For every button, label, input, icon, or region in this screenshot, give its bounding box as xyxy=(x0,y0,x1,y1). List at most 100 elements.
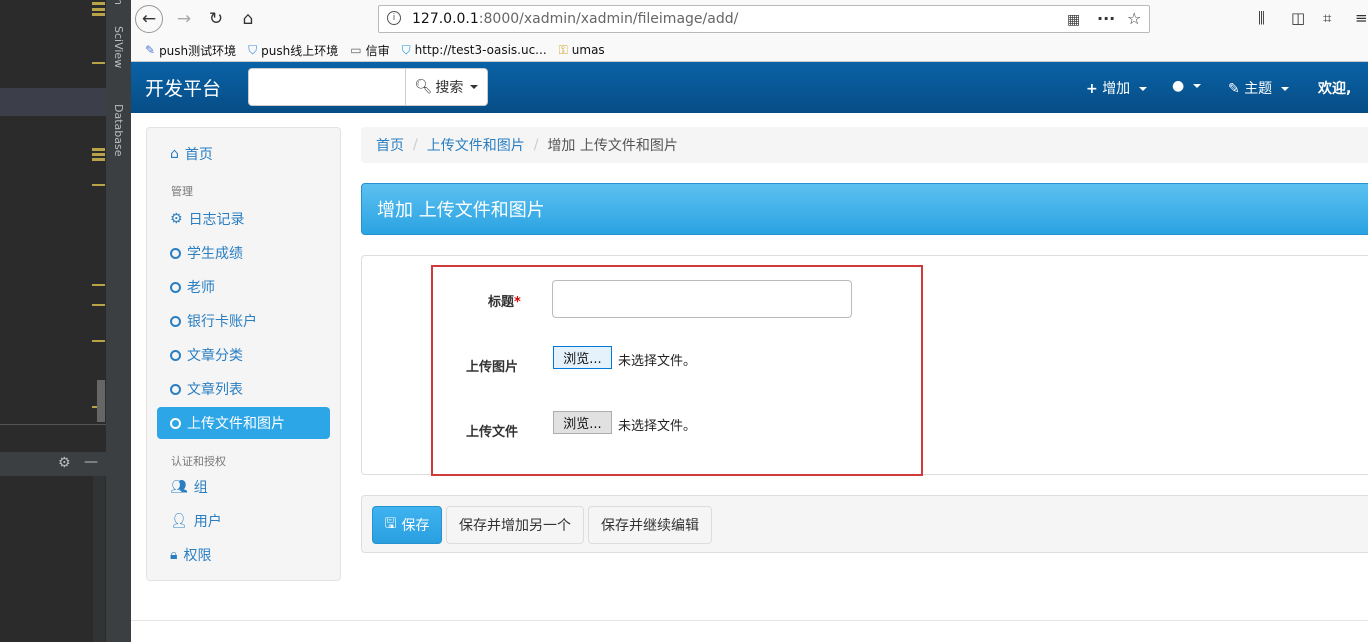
image-field-label: 上传图片 xyxy=(466,360,519,375)
ide-tab-top[interactable]: n xyxy=(112,0,125,5)
user-icon: 👤︎ xyxy=(170,513,188,529)
bookmarks-bar: ✎ push测试环境 ⛉ push线上环境 ▭ 信审 ⛉ http://test3-oa… xyxy=(145,40,605,60)
divider xyxy=(0,424,106,425)
save-button[interactable]: 🖫︎ 保存 xyxy=(372,506,442,544)
ide-scrollbar[interactable] xyxy=(93,476,105,642)
image-file-status: 未选择文件。 xyxy=(618,354,697,369)
title-field-label: 标题* xyxy=(488,295,521,310)
sidebar-item-label: 学生成绩 xyxy=(187,246,243,262)
sidebar-item-file-image[interactable]: 上传文件和图片 xyxy=(157,407,330,439)
shield-icon: ⛉ xyxy=(401,42,411,57)
gutter-marker xyxy=(92,62,105,64)
search-button[interactable]: 🔍︎ 搜索 xyxy=(405,68,488,106)
sidebar-item-permissions[interactable]: 🔒︎ 权限 xyxy=(157,539,330,571)
circle-icon xyxy=(170,315,181,327)
gutter-marker xyxy=(92,304,105,306)
add-menu-label: 增加 xyxy=(1102,81,1131,97)
bookmark-item[interactable]: ⛉ http://test3-oasis.uc... xyxy=(402,40,547,60)
bookmark-item[interactable]: ⛉ push线上环境 xyxy=(248,40,338,60)
ide-tool-panel xyxy=(0,476,106,642)
circle-icon xyxy=(170,247,181,259)
sidebar-item-users[interactable]: 👤︎ 用户 xyxy=(157,505,330,537)
title-input[interactable] xyxy=(552,280,852,318)
reload-button[interactable]: ↻ xyxy=(203,6,229,32)
gutter-marker xyxy=(92,184,105,186)
save-button-label: 保存 xyxy=(401,518,430,534)
bookmark-star-icon[interactable]: ☆ xyxy=(1127,9,1141,28)
lock-icon: 🔒︎ xyxy=(170,547,178,563)
ide-side-toolbar xyxy=(106,0,131,642)
gutter-marker xyxy=(92,158,105,161)
sidebar-toggle-icon[interactable]: ◫ xyxy=(1291,9,1305,27)
sidebar-item-label: 上传文件和图片 xyxy=(187,416,285,432)
search-icon: 🔍︎ xyxy=(414,79,433,95)
sidebar-item-logs[interactable]: ⚙ 日志记录 xyxy=(157,203,330,235)
menu-icon[interactable]: ≡ xyxy=(1355,9,1368,27)
more-actions-icon[interactable]: ··· xyxy=(1097,9,1115,28)
gutter-marker xyxy=(92,148,105,151)
save-continue-button[interactable]: 保存并继续编辑 xyxy=(588,506,712,544)
app-navbar: 开发平台 🔍︎ 搜索 + 增加 ● ✎ 主题 欢迎, xyxy=(131,62,1368,113)
breadcrumb: 首页 / 上传文件和图片 / 增加 上传文件和图片 xyxy=(361,127,1368,163)
bookmark-item[interactable]: ▭ 信审 xyxy=(350,40,389,60)
browse-image-button[interactable]: 浏览... xyxy=(553,346,612,369)
save-add-another-button[interactable]: 保存并增加另一个 xyxy=(446,506,584,544)
ide-tool-panel-header: ⚙ — xyxy=(0,452,106,476)
globe-icon: ● xyxy=(1172,78,1185,94)
ide-background: ⚙ — n SciView Database xyxy=(0,0,131,642)
back-button[interactable]: ← xyxy=(135,5,163,33)
sidebar-item-home[interactable]: ⌂ 首页 xyxy=(157,138,330,170)
sidebar-item-article-list[interactable]: 文章列表 xyxy=(157,373,330,405)
info-icon[interactable]: i xyxy=(387,11,401,25)
sidebar-item-scores[interactable]: 学生成绩 xyxy=(157,237,330,269)
breadcrumb-model-link[interactable]: 上传文件和图片 xyxy=(427,135,525,155)
screenshot-icon[interactable]: ⌗ xyxy=(1323,9,1331,27)
brand-title[interactable]: 开发平台 xyxy=(145,74,221,101)
caret-down-icon xyxy=(1192,84,1201,88)
globe-menu[interactable]: ● xyxy=(1172,78,1201,94)
circle-icon xyxy=(170,281,181,293)
plus-icon: + xyxy=(1086,81,1098,97)
sidebar-item-label: 文章分类 xyxy=(187,348,243,364)
browse-file-button[interactable]: 浏览... xyxy=(553,411,612,434)
form-actions: 🖫︎ 保存 保存并增加另一个 保存并继续编辑 xyxy=(361,495,1368,553)
sidebar-item-groups[interactable]: 👥︎ 组 xyxy=(157,471,330,503)
sidebar-item-label: 权限 xyxy=(183,548,212,564)
qr-code-icon[interactable]: ▦ xyxy=(1067,12,1080,28)
url-text[interactable]: 127.0.0.1:8000/xadmin/xadmin/fileimage/a… xyxy=(412,11,738,27)
gear-icon[interactable]: ⚙ xyxy=(58,455,71,471)
breadcrumb-separator: / xyxy=(533,137,539,153)
caret-down-icon xyxy=(1138,87,1147,91)
gutter-marker xyxy=(92,284,105,286)
ide-tab-database[interactable]: Database xyxy=(112,104,125,157)
search-input[interactable] xyxy=(248,68,406,106)
forward-button[interactable]: → xyxy=(171,6,197,32)
gutter-marker xyxy=(92,13,105,16)
caret-down-icon xyxy=(1280,87,1289,91)
add-menu[interactable]: + 增加 xyxy=(1086,78,1147,98)
caret-down-icon xyxy=(470,85,479,89)
circle-icon xyxy=(170,349,181,361)
sidebar-item-teachers[interactable]: 老师 xyxy=(157,271,330,303)
bookmark-item[interactable]: ✎ push测试环境 xyxy=(145,40,236,60)
key-icon: ⚿ xyxy=(558,42,568,57)
sidebar-item-bank-accounts[interactable]: 银行卡账户 xyxy=(157,305,330,337)
sidebar-item-label: 老师 xyxy=(187,280,215,296)
magic-wand-icon: ✎ xyxy=(1228,81,1240,97)
library-icon[interactable]: ⫼ xyxy=(1258,9,1265,27)
sidebar-item-label: 文章列表 xyxy=(187,382,243,398)
sidebar-item-article-categories[interactable]: 文章分类 xyxy=(157,339,330,371)
gutter-marker xyxy=(92,340,105,342)
minimize-icon[interactable]: — xyxy=(84,454,98,470)
gutter-marker xyxy=(92,8,105,11)
home-icon[interactable]: ⌂ xyxy=(235,6,261,32)
breadcrumb-home-link[interactable]: 首页 xyxy=(376,135,404,155)
ide-tab-sciview[interactable]: SciView xyxy=(112,26,125,68)
page-title: 增加 上传文件和图片 xyxy=(361,183,1368,235)
editor-scroll-thumb[interactable] xyxy=(97,380,105,422)
bookmark-item[interactable]: ⚿ umas xyxy=(559,40,605,60)
address-bar[interactable]: i 127.0.0.1:8000/xadmin/xadmin/fileimage… xyxy=(378,5,1150,33)
editor-selection xyxy=(0,88,106,116)
welcome-text[interactable]: 欢迎, xyxy=(1318,78,1351,98)
theme-menu[interactable]: ✎ 主题 xyxy=(1228,78,1289,98)
